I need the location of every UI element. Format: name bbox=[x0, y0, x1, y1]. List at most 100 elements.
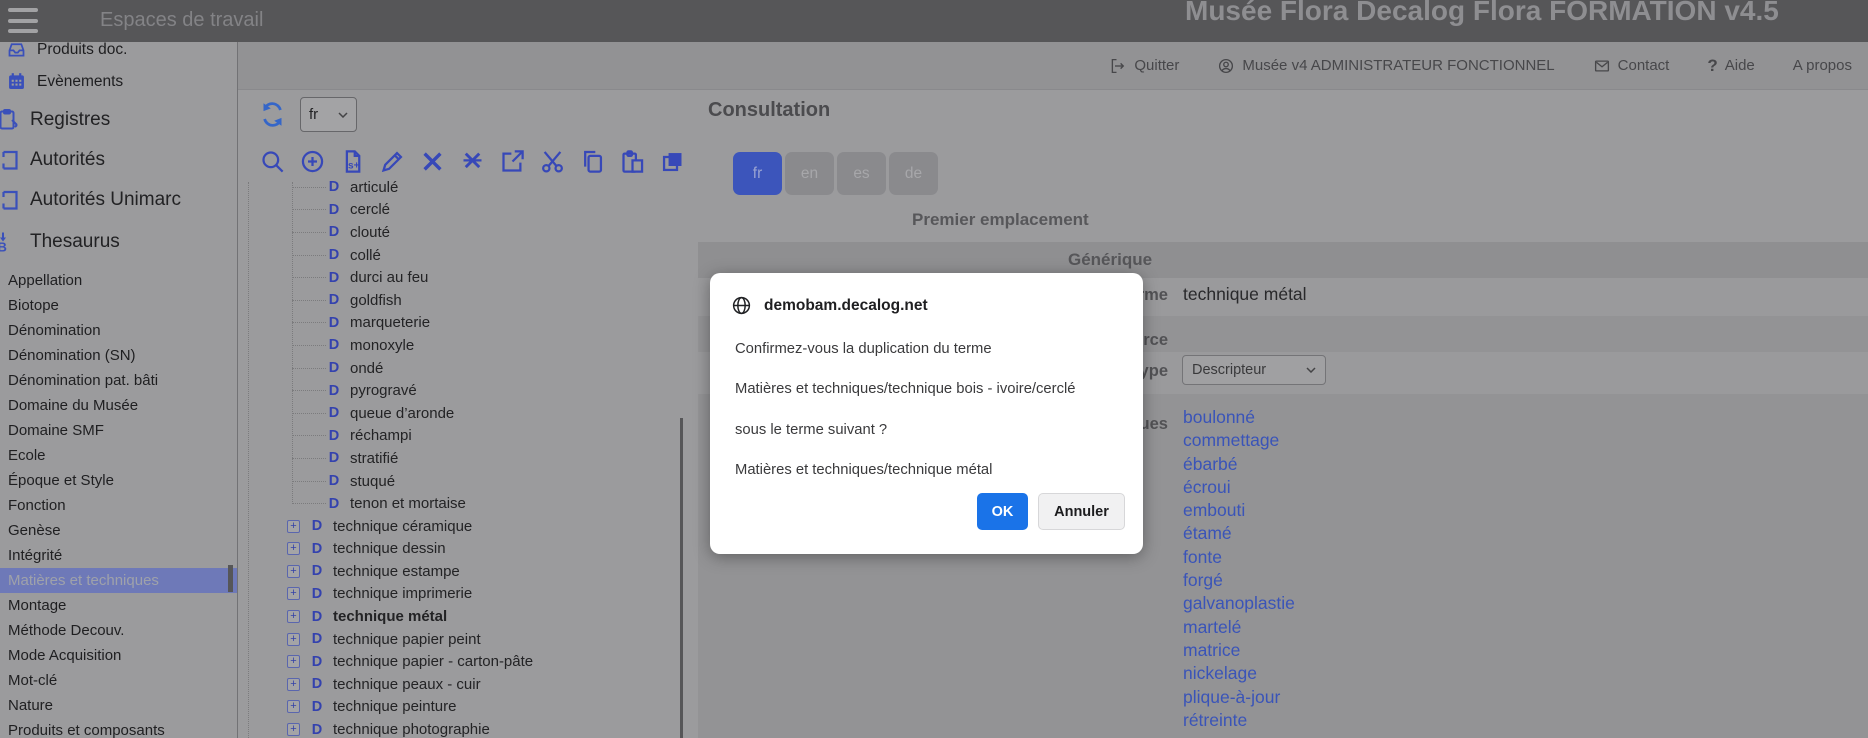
thesaurus-list-item[interactable]: Dénomination pat. bâti bbox=[0, 368, 238, 393]
thesaurus-list-item[interactable]: Époque et Style bbox=[0, 468, 238, 493]
thesaurus-list-item[interactable]: Fonction bbox=[0, 493, 238, 518]
expand-plus-icon[interactable]: + bbox=[287, 678, 300, 691]
tree-item[interactable]: + D technique papier peint bbox=[238, 628, 684, 651]
delete-branch-icon[interactable] bbox=[459, 148, 486, 175]
tree-item[interactable]: + D monoxyle bbox=[238, 334, 684, 357]
expand-plus-icon[interactable]: + bbox=[287, 587, 300, 600]
thesaurus-list-item[interactable]: Produits et composants bbox=[0, 718, 238, 738]
thesaurus-list-item[interactable]: Biotope bbox=[0, 293, 238, 318]
search-icon[interactable] bbox=[259, 148, 286, 175]
about-button[interactable]: A propos bbox=[1793, 57, 1852, 74]
tree-item[interactable]: + D stratifié bbox=[238, 447, 684, 470]
edit-icon[interactable] bbox=[379, 148, 406, 175]
thesaurus-list-item[interactable]: Domaine du Musée bbox=[0, 393, 238, 418]
expand-plus-icon[interactable]: + bbox=[287, 542, 300, 555]
expand-plus-icon[interactable]: + bbox=[287, 655, 300, 668]
thesaurus-list-item[interactable]: Méthode Decouv. bbox=[0, 618, 238, 643]
tree-item[interactable]: + D clouté bbox=[238, 221, 684, 244]
tree-item[interactable]: + D technique papier - carton-pâte bbox=[238, 650, 684, 673]
tree-item[interactable]: + D tenon et mortaise bbox=[238, 492, 684, 515]
tree-item[interactable]: + D technique photographie bbox=[238, 718, 684, 738]
specific-term-link[interactable]: martelé bbox=[1183, 616, 1295, 639]
tree-item[interactable]: + D queue d’aronde bbox=[238, 402, 684, 425]
ok-button[interactable]: OK bbox=[977, 493, 1028, 530]
tree-item[interactable]: + D technique métal bbox=[238, 605, 684, 628]
specific-term-link[interactable]: fonte bbox=[1183, 546, 1295, 569]
specific-term-link[interactable]: étamé bbox=[1183, 522, 1295, 545]
duplicate-icon[interactable] bbox=[659, 148, 686, 175]
specific-term-link[interactable]: écroui bbox=[1183, 476, 1295, 499]
language-tab[interactable]: en bbox=[785, 152, 834, 195]
specific-term-link[interactable]: rétreinte bbox=[1183, 709, 1295, 732]
contact-button[interactable]: Contact bbox=[1593, 57, 1670, 75]
copy-icon[interactable] bbox=[579, 148, 606, 175]
sidebar-scrollbar-thumb[interactable] bbox=[228, 565, 233, 592]
thesaurus-list-item[interactable]: Intégrité bbox=[0, 543, 238, 568]
thesaurus-list-item[interactable]: Domaine SMF bbox=[0, 418, 238, 443]
tree-item[interactable]: + D technique estampe bbox=[238, 560, 684, 583]
sidebar-item-autorites[interactable]: Autorités bbox=[0, 148, 105, 172]
specific-term-link[interactable]: commettage bbox=[1183, 429, 1295, 452]
expand-plus-icon[interactable]: + bbox=[287, 520, 300, 533]
tree-item[interactable]: + D goldfish bbox=[238, 289, 684, 312]
tree-item[interactable]: + D stuqué bbox=[238, 470, 684, 493]
language-tab[interactable]: fr bbox=[733, 152, 782, 195]
tree-item[interactable]: + D technique dessin bbox=[238, 538, 684, 561]
sidebar-item-produits-doc[interactable]: Produits doc. bbox=[6, 42, 127, 60]
thesaurus-list-item[interactable]: Matières et techniques bbox=[0, 568, 238, 593]
thesaurus-list-item[interactable]: Dénomination (SN) bbox=[0, 343, 238, 368]
tree-item[interactable]: + D collé bbox=[238, 244, 684, 267]
tree-item[interactable]: + D technique céramique bbox=[238, 515, 684, 538]
tree-item[interactable]: + D ondé bbox=[238, 357, 684, 380]
tree-item[interactable]: + D durci au feu bbox=[238, 266, 684, 289]
specific-term-link[interactable]: nickelage bbox=[1183, 662, 1295, 685]
tree-item[interactable]: + D cerclé bbox=[238, 199, 684, 222]
specific-term-link[interactable]: plique-à-jour bbox=[1183, 686, 1295, 709]
current-user-button[interactable]: Musée v4 ADMINISTRATEUR FONCTIONNEL bbox=[1217, 57, 1554, 75]
tree-item[interactable]: + D technique peaux - cuir bbox=[238, 673, 684, 696]
tree-scrollbar-thumb[interactable] bbox=[680, 418, 683, 738]
thesaurus-list-item[interactable]: Mode Acquisition bbox=[0, 643, 238, 668]
specific-term-link[interactable]: embouti bbox=[1183, 499, 1295, 522]
thesaurus-list-item[interactable]: Montage bbox=[0, 593, 238, 618]
refresh-icon[interactable] bbox=[259, 101, 286, 128]
tree-item[interactable]: + D marqueterie bbox=[238, 312, 684, 335]
paste-icon[interactable] bbox=[619, 148, 646, 175]
sidebar-item-thesaurus[interactable]: B Thesaurus bbox=[0, 230, 120, 254]
thesaurus-list-item[interactable]: Genèse bbox=[0, 518, 238, 543]
tree-item[interactable]: + D technique peinture bbox=[238, 696, 684, 719]
quit-button[interactable]: Quitter bbox=[1109, 57, 1179, 75]
delete-icon[interactable] bbox=[419, 148, 446, 175]
thesaurus-list-item[interactable]: Nature bbox=[0, 693, 238, 718]
tree-item[interactable]: + D réchampi bbox=[238, 425, 684, 448]
expand-plus-icon[interactable]: + bbox=[287, 723, 300, 736]
hamburger-menu-icon[interactable] bbox=[8, 6, 38, 35]
specific-term-link[interactable]: boulonné bbox=[1183, 406, 1295, 429]
tree-language-select[interactable]: fr bbox=[300, 97, 357, 132]
specific-term-link[interactable]: matrice bbox=[1183, 639, 1295, 662]
help-button[interactable]: ? Aide bbox=[1707, 56, 1754, 76]
sidebar-item-autorites-unimarc[interactable]: Autorités Unimarc bbox=[0, 188, 181, 212]
tree-item[interactable]: + D technique imprimerie bbox=[238, 583, 684, 606]
expand-plus-icon[interactable]: + bbox=[287, 610, 300, 623]
thesaurus-list-item[interactable]: Dénomination bbox=[0, 318, 238, 343]
sidebar-item-evenements[interactable]: Evènements bbox=[6, 71, 123, 92]
type-select[interactable]: Descripteur bbox=[1182, 355, 1326, 385]
specific-term-link[interactable]: forgé bbox=[1183, 569, 1295, 592]
language-tab[interactable]: es bbox=[837, 152, 886, 195]
open-in-new-icon[interactable] bbox=[499, 148, 526, 175]
expand-plus-icon[interactable]: + bbox=[287, 700, 300, 713]
cancel-button[interactable]: Annuler bbox=[1038, 493, 1125, 530]
tree-item[interactable]: + D articulé bbox=[238, 176, 684, 199]
thesaurus-list-item[interactable]: Ecole bbox=[0, 443, 238, 468]
cut-icon[interactable] bbox=[539, 148, 566, 175]
specific-term-link[interactable]: galvanoplastie bbox=[1183, 592, 1295, 615]
expand-plus-icon[interactable]: + bbox=[287, 565, 300, 578]
thesaurus-list-item[interactable]: Mot-clé bbox=[0, 668, 238, 693]
specific-term-link[interactable]: ébarbé bbox=[1183, 453, 1295, 476]
tree-item[interactable]: + D pyrogravé bbox=[238, 379, 684, 402]
add-term-icon[interactable] bbox=[299, 148, 326, 175]
thesaurus-list-item[interactable]: Appellation bbox=[0, 268, 238, 293]
language-tab[interactable]: de bbox=[889, 152, 938, 195]
add-synonym-icon[interactable]: s+ bbox=[339, 148, 366, 175]
